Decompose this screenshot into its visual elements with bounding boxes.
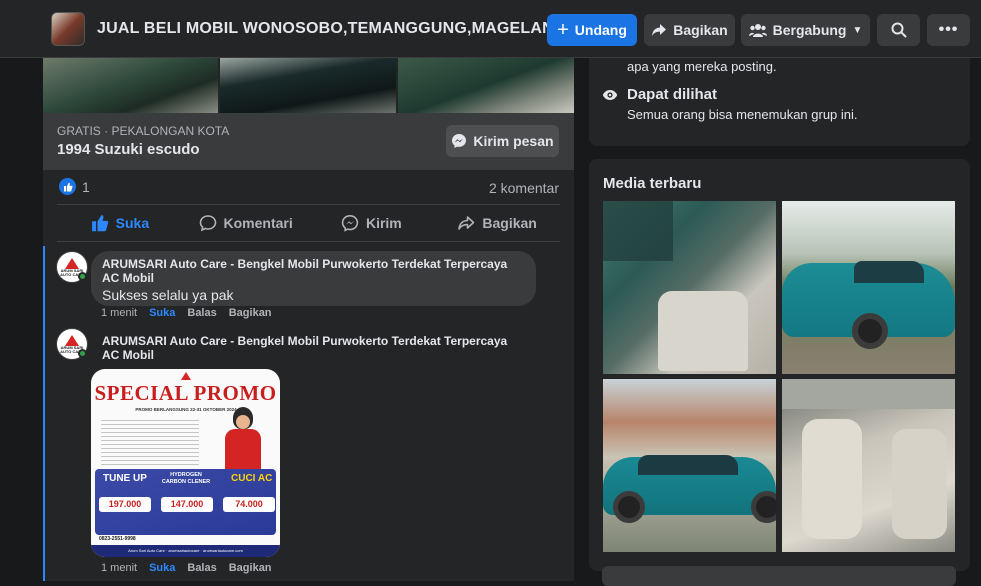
caret-down-icon: ▼: [852, 24, 863, 36]
comment-meta: 1 menit Suka Balas Bagikan: [101, 307, 272, 319]
share-post-button[interactable]: Bagikan: [434, 206, 560, 240]
promo-text-block: [101, 417, 199, 465]
comment-author[interactable]: ARUMSARI Auto Care - Bengkel Mobil Purwo…: [102, 257, 522, 285]
online-status-dot: [78, 272, 87, 281]
comment-like-button[interactable]: Suka: [149, 562, 175, 574]
comment-bubble-icon: [199, 215, 216, 232]
comment-thread-indicator: [43, 246, 45, 581]
thumbs-up-icon: [91, 215, 108, 232]
comment-bubble: ARUMSARI Auto Care - Bengkel Mobil Purwo…: [91, 251, 536, 306]
next-section-card: [602, 566, 956, 586]
listing-photos: [43, 58, 574, 113]
send-button[interactable]: Kirim: [309, 206, 435, 240]
visibility-title: Dapat dilihat: [627, 86, 718, 103]
promo-service-label: HYDROGEN CARBON CLENER: [161, 472, 211, 485]
listing-meta: GRATIS · PEKALONGAN KOTA: [57, 124, 230, 138]
promo-person: [219, 407, 267, 473]
listing-photo[interactable]: [43, 58, 218, 113]
share-outline-icon: [458, 216, 475, 230]
search-button[interactable]: [877, 14, 920, 46]
send-message-label: Kirim pesan: [473, 133, 554, 149]
like-label: Suka: [115, 215, 150, 231]
post-action-bar: Suka Komentari Kirim Bagikan: [57, 206, 560, 240]
recent-media-title: Media terbaru: [603, 175, 702, 192]
comment-author[interactable]: ARUMSARI Auto Care - Bengkel Mobil Purwo…: [102, 334, 522, 362]
messenger-outline-icon: [341, 214, 359, 232]
comment-count[interactable]: 2 komentar: [489, 180, 559, 196]
promo-footer: Arum Sari Auto Care · arumsariautocare ·…: [91, 545, 280, 557]
divider: [57, 241, 560, 242]
comment-label: Komentari: [223, 215, 293, 231]
media-thumbnail[interactable]: [782, 379, 955, 552]
promo-service-label: TUNE UP: [103, 473, 147, 484]
joined-label: Bergabung: [772, 22, 847, 38]
send-message-button[interactable]: Kirim pesan: [446, 125, 559, 157]
media-thumbnail[interactable]: [603, 379, 776, 552]
comment-header: ARUMSARI Auto Care - Bengkel Mobil Purwo…: [102, 334, 522, 362]
listing-title[interactable]: 1994 Suzuki escudo: [57, 141, 200, 158]
invite-button[interactable]: + Undang: [547, 14, 637, 46]
like-button[interactable]: Suka: [57, 206, 183, 240]
comment-reply-button[interactable]: Balas: [187, 562, 216, 574]
joined-dropdown-button[interactable]: Bergabung ▼: [741, 14, 870, 46]
share-arrow-icon: [652, 24, 667, 36]
comment-time[interactable]: 1 menit: [101, 562, 137, 574]
marketplace-listing[interactable]: GRATIS · PEKALONGAN KOTA 1994 Suzuki esc…: [43, 113, 574, 170]
comment-share-button[interactable]: Bagikan: [229, 307, 272, 319]
media-thumbnail[interactable]: [603, 201, 776, 374]
group-thumbnail[interactable]: [51, 12, 85, 46]
comment-time[interactable]: 1 menit: [101, 307, 137, 319]
about-text: apa yang mereka posting.: [627, 59, 777, 74]
send-label: Kirim: [365, 215, 402, 231]
listing-photo[interactable]: [220, 58, 396, 113]
more-icon: •••: [938, 21, 959, 38]
like-reaction-icon: [59, 178, 76, 195]
about-card: apa yang mereka posting. Dapat dilihat S…: [589, 58, 970, 146]
promo-image-attachment[interactable]: SPECIAL PROMO PROMO BERLANGSUNG 22-31 OK…: [91, 369, 280, 557]
media-thumbnail[interactable]: [782, 201, 955, 374]
like-count: 1: [82, 178, 90, 195]
promo-price: 197.000: [99, 497, 151, 512]
share-label: Bagikan: [673, 22, 728, 38]
comment-like-button[interactable]: Suka: [149, 307, 175, 319]
search-icon: [891, 22, 907, 38]
group-name[interactable]: JUAL BELI MOBIL WONOSOBO,TEMANGGUNG,MAGE…: [97, 20, 567, 38]
listing-photo[interactable]: [398, 58, 574, 113]
more-options-button[interactable]: •••: [927, 14, 970, 46]
online-status-dot: [78, 349, 87, 358]
group-members-icon: [748, 24, 767, 37]
promo-price: 147.000: [161, 497, 213, 512]
visibility-description: Semua orang bisa menemukan grup ini.: [627, 107, 858, 122]
comment-text: Sukses selalu ya pak: [102, 287, 234, 303]
promo-service-label: CUCI AC: [231, 473, 273, 484]
share-label: Bagikan: [482, 215, 537, 231]
divider: [57, 204, 560, 205]
group-header-bar: JUAL BELI MOBIL WONOSOBO,TEMANGGUNG,MAGE…: [0, 0, 981, 58]
comment-share-button[interactable]: Bagikan: [229, 562, 272, 574]
promo-phone: 0823-2551-9998: [99, 536, 136, 542]
arumsari-logo-icon: [65, 334, 79, 346]
promo-price: 74.000: [223, 497, 275, 512]
comment-meta: 1 menit Suka Balas Bagikan: [101, 562, 272, 574]
invite-label: Undang: [574, 22, 627, 38]
comment-button[interactable]: Komentari: [183, 206, 309, 240]
comment-reply-button[interactable]: Balas: [187, 307, 216, 319]
arumsari-logo-icon: [65, 257, 79, 269]
promo-title: SPECIAL PROMO: [94, 381, 277, 405]
plus-icon: +: [557, 19, 569, 41]
eye-icon: [602, 90, 618, 100]
messenger-icon: [452, 134, 467, 148]
reaction-summary[interactable]: 1: [59, 178, 90, 195]
post-card: GRATIS · PEKALONGAN KOTA 1994 Suzuki esc…: [43, 58, 574, 581]
share-group-button[interactable]: Bagikan: [644, 14, 735, 46]
